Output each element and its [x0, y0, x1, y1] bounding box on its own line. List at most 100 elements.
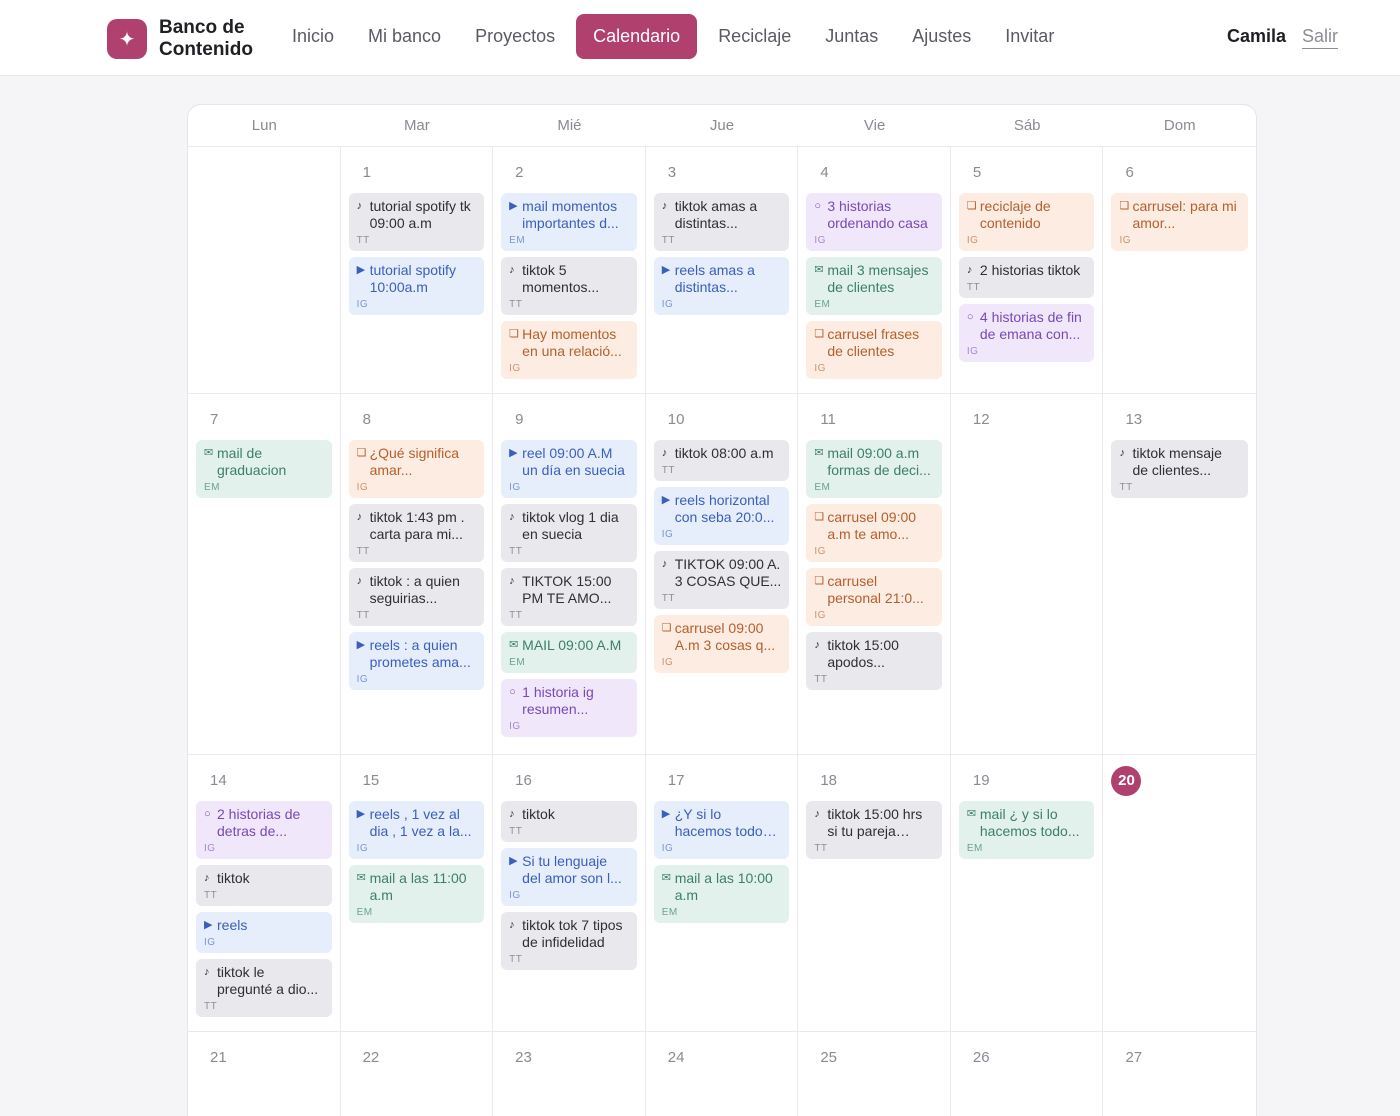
tiktok-icon: ♪ [509, 808, 515, 820]
calendar-day-cell[interactable]: 4 ○ 3 historias ordenando casa IG ✉ mail 3 me… [798, 147, 951, 393]
event-card[interactable]: ♪ tiktok TT [196, 865, 332, 906]
calendar-day-cell[interactable]: 16 ♪ tiktok TT ▶ Si tu lenguaje del amor son … [493, 755, 646, 1031]
event-card[interactable]: ❏ carrusel: para mi amor... IG [1111, 193, 1249, 251]
calendar-day-cell[interactable]: 10 ♪ tiktok 08:00 a.m TT ▶ reels horizontal c… [646, 394, 799, 754]
nav-item-calendario[interactable]: Calendario [576, 14, 698, 59]
event-card[interactable]: ♪ tutorial spotify tk 09:00 a.m TT [348, 193, 485, 251]
event-card[interactable]: ▶ Si tu lenguaje del amor son l... IG [501, 848, 637, 906]
nav-item-proyectos[interactable]: Proyectos [458, 14, 572, 59]
event-card[interactable]: ✉ mail 09:00 a.m formas de deci... EM [806, 440, 942, 498]
event-card[interactable]: ♪ tiktok le pregunté a dio... TT [196, 959, 332, 1017]
nav-item-reciclaje[interactable]: Reciclaje [701, 14, 808, 59]
event-card[interactable]: ♪ tiktok : a quien seguirias... TT [348, 568, 485, 626]
event-card[interactable]: ♪ TIKTOK 15:00 PM TE AMO... TT [501, 568, 637, 626]
brand[interactable]: ✦ Banco de Contenido [107, 17, 269, 61]
calendar-day-cell[interactable]: 1 ♪ tutorial spotify tk 09:00 a.m TT ▶ tutori… [341, 147, 494, 393]
event-card[interactable]: ❏ Hay momentos en una relació... IG [501, 321, 637, 379]
calendar-day-cell[interactable]: 25 [798, 1032, 951, 1116]
event-title: carrusel 09:00 a.m te amo... [827, 509, 917, 542]
calendar-day-cell[interactable]: 19 ✉ mail ¿ y si lo hacemos todo... EM [951, 755, 1104, 1031]
event-card[interactable]: ▶ reels IG [196, 912, 332, 953]
event-title: reels , 1 vez al dia , 1 vez a la... [369, 806, 472, 839]
event-card[interactable]: ❏ carrusel 09:00 A.m 3 cosas q... IG [653, 615, 790, 673]
event-title-row: ▶ reels : a quien prometes ama... [357, 637, 477, 671]
event-card[interactable]: ❏ carrusel personal 21:0... IG [806, 568, 942, 626]
calendar-day-cell[interactable]: 6 ❏ carrusel: para mi amor... IG [1103, 147, 1256, 393]
reel-icon: ▶ [661, 494, 671, 506]
event-card[interactable]: ❏ reciclaje de contenido IG [958, 193, 1095, 251]
event-card[interactable]: ✉ mail 3 mensajes de clientes EM [806, 257, 942, 315]
day-number: 17 [667, 772, 685, 789]
nav-item-invitar[interactable]: Invitar [988, 14, 1071, 59]
event-card[interactable]: ♪ tiktok vlog 1 dia en suecia TT [501, 504, 637, 562]
event-card[interactable]: ♪ tiktok tok 7 tipos de infidelidad TT [501, 912, 637, 970]
calendar-day-cell[interactable]: 11 ✉ mail 09:00 a.m formas de deci... EM ❏ ca… [798, 394, 951, 754]
event-card[interactable]: ▶¿Y si lo hacemos todos los días...IG [653, 801, 790, 859]
calendar-day-cell[interactable]: 27 [1103, 1032, 1256, 1116]
calendar-day-cell[interactable]: 7 ✉ mail de graduacion EM [188, 394, 341, 754]
event-card[interactable]: ○ 2 historias de detras de... IG [196, 801, 332, 859]
calendar-day-cell[interactable]: 26 [951, 1032, 1104, 1116]
nav-item-inicio[interactable]: Inicio [275, 14, 351, 59]
event-card[interactable]: ▶ reels horizontal con seba 20:0... IG [653, 487, 790, 545]
event-title: reels amas a distintas... [674, 262, 755, 295]
event-card[interactable]: ✉ MAIL 09:00 A.M EM [501, 632, 637, 673]
calendar-day-cell[interactable]: 15 ▶ reels , 1 vez al dia , 1 vez a la... I… [341, 755, 494, 1031]
calendar-day-cell[interactable]: 2 ▶ mail momentos importantes d... EM ♪ tikto… [493, 147, 646, 393]
calendar-day-cell[interactable]: 9 ▶ reel 09:00 A.M un día en suecia IG ♪ tikt… [493, 394, 646, 754]
weekday-label: Mié [557, 117, 582, 134]
calendar-day-cell[interactable]: 14 ○ 2 historias de detras de... IG ♪ tiktok T… [188, 755, 341, 1031]
event-card[interactable]: ❏ carrusel frases de clientes IG [806, 321, 942, 379]
event-card[interactable]: ♪ tiktok 15:00 hrs si tu pareja esta... TT [806, 801, 942, 859]
event-platform-tag: EM [814, 482, 831, 493]
event-title: tiktok mensaje de clientes... [1132, 445, 1222, 478]
logout-link[interactable]: Salir [1301, 26, 1338, 49]
event-card[interactable]: ♪ tiktok 08:00 a.m TT [653, 440, 790, 481]
event-card[interactable]: ▶ tutorial spotify 10:00a.m IG [348, 257, 485, 315]
event-card[interactable]: ○ 4 historias de fin de emana con... IG [958, 304, 1095, 362]
event-card[interactable]: ♪ tiktok 1:43 pm . carta para mi... TT [348, 504, 485, 562]
calendar-day-cell[interactable]: 18 ♪ tiktok 15:00 hrs si tu pareja esta...… [798, 755, 951, 1031]
event-card[interactable]: ♪ tiktok 5 momentos... TT [501, 257, 637, 315]
calendar-day-cell[interactable] [188, 147, 341, 393]
event-card[interactable]: ♪ tiktok mensaje de clientes... TT [1111, 440, 1249, 498]
nav-item-juntas[interactable]: Juntas [808, 14, 895, 59]
calendar-day-cell[interactable]: 13 ♪ tiktok mensaje de clientes... TT [1103, 394, 1256, 754]
calendar-day-cell[interactable]: 23 [493, 1032, 646, 1116]
event-title: reels : a quien prometes ama... [369, 637, 471, 670]
event-card[interactable]: ▶ reels , 1 vez al dia , 1 vez a la... IG [348, 801, 485, 859]
event-card[interactable]: ♪ TIKTOK 09:00 A. 3 COSAS QUE... TT [653, 551, 790, 609]
event-card[interactable]: ▶ reels : a quien prometes ama... IG [348, 632, 485, 690]
calendar-day-cell[interactable]: 17 ▶¿Y si lo hacemos todos los días...IG ✉… [646, 755, 799, 1031]
calendar-day-cell[interactable]: 3 ♪ tiktok amas a distintas... TT ▶ reels ama… [646, 147, 799, 393]
calendar-day-cell[interactable]: 8 ❏ ¿Qué significa amar... IG ♪ tiktok 1:43 p… [341, 394, 494, 754]
event-card[interactable]: ♪ 2 historias tiktok TT [958, 257, 1095, 298]
event-card[interactable]: ♪ tiktok amas a distintas... TT [653, 193, 790, 251]
event-card[interactable]: ▶ reels amas a distintas... IG [653, 257, 790, 315]
reel-icon: ▶ [661, 264, 671, 276]
event-platform-tag: IG [661, 657, 674, 668]
event-card[interactable]: ▶ reel 09:00 A.M un día en suecia IG [501, 440, 637, 498]
calendar-day-cell[interactable]: 22 [341, 1032, 494, 1116]
event-card[interactable]: ✉ mail a las 10:00 a.m EM [653, 865, 790, 923]
event-card[interactable]: ✉ mail ¿ y si lo hacemos todo... EM [958, 801, 1095, 859]
event-card[interactable]: ♪ tiktok 15:00 apodos... TT [806, 632, 942, 690]
event-card[interactable]: ❏ carrusel 09:00 a.m te amo... IG [806, 504, 942, 562]
calendar-day-cell[interactable]: 5 ❏ reciclaje de contenido IG ♪ 2 historias t… [951, 147, 1104, 393]
calendar-day-cell[interactable]: 20 [1103, 755, 1256, 1031]
event-card[interactable]: ✉ mail de graduacion EM [196, 440, 332, 498]
brand-name: Banco de Contenido [159, 17, 269, 61]
event-card[interactable]: ○ 1 historia ig resumen... IG [501, 679, 637, 737]
event-card[interactable]: ❏ ¿Qué significa amar... IG [348, 440, 485, 498]
calendar-day-cell[interactable]: 24 [646, 1032, 799, 1116]
calendar-day-cell[interactable]: 12 [951, 394, 1104, 754]
event-card[interactable]: ○ 3 historias ordenando casa IG [806, 193, 942, 251]
nav-item-ajustes[interactable]: Ajustes [895, 14, 988, 59]
event-card[interactable]: ♪ tiktok TT [501, 801, 637, 842]
event-card[interactable]: ▶ mail momentos importantes d... EM [501, 193, 637, 251]
calendar-day-cell[interactable]: 21 [188, 1032, 341, 1116]
mail-icon: ✉ [814, 447, 824, 459]
nav-item-mi-banco[interactable]: Mi banco [351, 14, 458, 59]
event-card[interactable]: ✉ mail a las 11:00 a.m EM [348, 865, 485, 923]
event-platform-tag: TT [509, 610, 523, 621]
